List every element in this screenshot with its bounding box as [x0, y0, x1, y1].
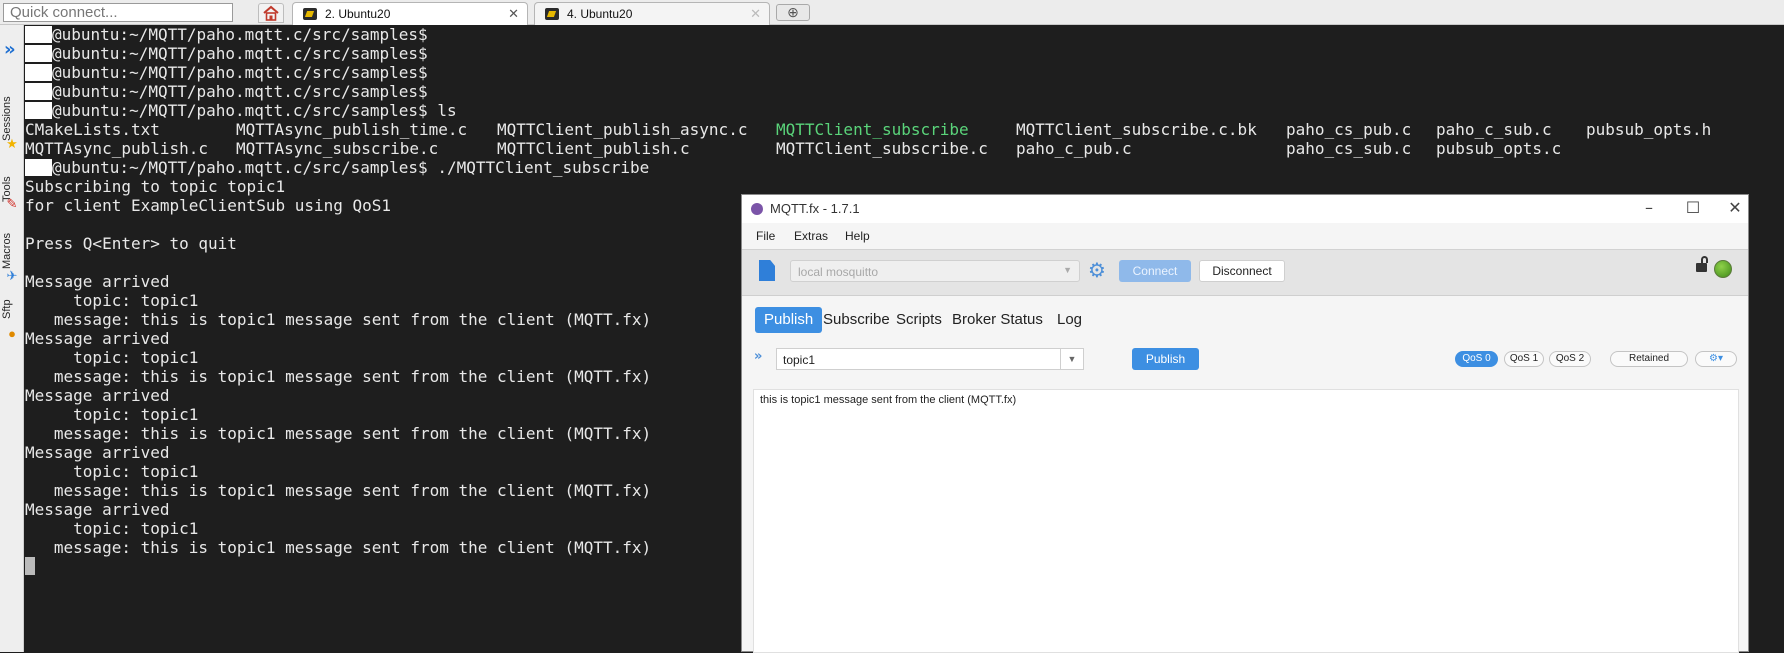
wrench-icon[interactable]: ✎	[5, 197, 19, 211]
unlock-icon	[1696, 256, 1708, 272]
tab-label: 4. Ubuntu20	[567, 7, 633, 21]
window-titlebar: MQTT.fx - 1.7.1 – ☐ ✕	[742, 195, 1748, 224]
redacted-username	[25, 26, 52, 43]
ls-entry: MQTTClient_publish.c	[497, 139, 690, 158]
home-tab-button[interactable]	[258, 3, 284, 23]
connection-toolbar: local mosquitto ▼ ⚙ Connect Disconnect	[742, 249, 1748, 296]
ls-entry: paho_cs_sub.c	[1286, 139, 1412, 158]
redacted-username	[25, 102, 52, 119]
ls-entry: pubsub_opts.c	[1436, 139, 1562, 158]
new-tab-button[interactable]: ⊕	[776, 4, 810, 21]
quick-connect-input[interactable]: Quick connect...	[3, 3, 233, 22]
window-title: MQTT.fx - 1.7.1	[770, 201, 860, 216]
ls-entry-executable: MQTTClient_subscribe	[776, 120, 969, 139]
ls-entry: CMakeLists.txt	[25, 120, 160, 139]
star-icon[interactable]: ★	[5, 137, 19, 151]
sftp-icon[interactable]: ●	[5, 327, 19, 341]
menu-file[interactable]: File	[756, 229, 775, 243]
prompt-line: @ubuntu:~/MQTT/paho.mqtt.c/src/samples$	[25, 44, 1784, 63]
minimize-icon[interactable]: –	[1634, 197, 1664, 219]
prompt-line: @ubuntu:~/MQTT/paho.mqtt.c/src/samples$	[25, 82, 1784, 101]
ls-entry: pubsub_opts.h	[1586, 120, 1712, 139]
topic-value: topic1	[783, 353, 816, 367]
ls-entry: MQTTAsync_publish.c	[25, 139, 209, 158]
ls-output-row: CMakeLists.txt MQTTAsync_publish_time.c …	[25, 120, 1784, 139]
chevron-down-icon[interactable]: ▼	[1060, 349, 1083, 369]
close-icon[interactable]: ✕	[508, 3, 519, 25]
ls-output-row: MQTTAsync_publish.c MQTTAsync_subscribe.…	[25, 139, 1784, 158]
connection-status-icon	[1714, 260, 1732, 278]
top-bar: Quick connect... 2. Ubuntu20 ✕ 4. Ubuntu…	[0, 0, 1784, 25]
prompt-line: @ubuntu:~/MQTT/paho.mqtt.c/src/samples$	[25, 25, 1784, 44]
tab-log[interactable]: Log	[1057, 307, 1082, 333]
disconnect-button[interactable]: Disconnect	[1199, 260, 1285, 282]
redacted-username	[25, 64, 52, 81]
menu-bar: File Extras Help	[742, 223, 1748, 249]
message-payload-editor[interactable]: this is topic1 message sent from the cli…	[753, 389, 1739, 653]
ls-entry: paho_c_pub.c	[1016, 139, 1132, 158]
tab-broker-status[interactable]: Broker Status	[952, 307, 1043, 333]
expand-sidebar-icon[interactable]: »	[4, 41, 16, 59]
qos1-toggle[interactable]: QoS 1	[1504, 351, 1544, 367]
menu-extras[interactable]: Extras	[794, 229, 828, 243]
expand-icon[interactable]: »	[754, 349, 762, 364]
run-command-line: @ubuntu:~/MQTT/paho.mqtt.c/src/samples$ …	[25, 158, 1784, 177]
tab-publish[interactable]: Publish	[755, 307, 823, 333]
macro-icon[interactable]: ✈	[5, 269, 19, 283]
qos0-toggle[interactable]: QoS 0	[1455, 351, 1498, 367]
terminal-cursor	[25, 557, 35, 575]
ls-entry: paho_cs_pub.c	[1286, 120, 1412, 139]
menu-help[interactable]: Help	[845, 229, 870, 243]
document-icon[interactable]	[759, 260, 775, 281]
home-icon	[263, 5, 279, 21]
ls-entry: MQTTClient_publish_async.c	[497, 120, 748, 139]
tab-subscribe[interactable]: Subscribe	[823, 307, 890, 333]
tab-label: 2. Ubuntu20	[325, 7, 391, 21]
close-icon[interactable]: ✕	[1720, 197, 1750, 219]
connect-button[interactable]: Connect	[1119, 260, 1191, 282]
options-gear-icon[interactable]: ⚙▾	[1695, 351, 1737, 367]
sidebar-item-sftp[interactable]: Sftp	[1, 287, 23, 331]
mqttfx-logo-icon	[751, 203, 763, 215]
redacted-username	[25, 83, 52, 100]
redacted-username	[25, 45, 52, 62]
gear-icon[interactable]: ⚙	[1088, 259, 1106, 281]
chevron-down-icon: ▼	[1063, 265, 1072, 275]
ls-entry: MQTTAsync_subscribe.c	[236, 139, 439, 158]
tab-ubuntu20-4[interactable]: 4. Ubuntu20 ✕	[534, 2, 770, 25]
connection-profile-select[interactable]: local mosquitto ▼	[790, 260, 1080, 282]
tab-scripts[interactable]: Scripts	[896, 307, 942, 333]
mqttfx-window: MQTT.fx - 1.7.1 – ☐ ✕ File Extras Help l…	[741, 194, 1749, 653]
redacted-username	[25, 159, 52, 176]
retained-toggle[interactable]: Retained	[1610, 351, 1688, 367]
close-icon[interactable]: ✕	[750, 3, 761, 25]
left-sidebar: » Sessions ★ Tools ✎ Macros ✈ Sftp ●	[0, 25, 24, 652]
ls-entry: MQTTClient_subscribe.c	[776, 139, 988, 158]
prompt-line: @ubuntu:~/MQTT/paho.mqtt.c/src/samples$	[25, 63, 1784, 82]
tab-ubuntu20-2[interactable]: 2. Ubuntu20 ✕	[292, 2, 528, 25]
publish-button[interactable]: Publish	[1132, 348, 1199, 370]
plus-icon: ⊕	[787, 4, 799, 20]
profile-value: local mosquitto	[798, 265, 879, 279]
main-tabs: Publish Subscribe Scripts Broker Status …	[742, 296, 1748, 336]
terminal-icon	[303, 8, 317, 20]
ls-entry: paho_c_sub.c	[1436, 120, 1552, 139]
topic-input[interactable]: topic1 ▼	[776, 348, 1084, 370]
terminal-icon	[545, 8, 559, 20]
ls-entry: MQTTAsync_publish_time.c	[236, 120, 468, 139]
maximize-icon[interactable]: ☐	[1678, 197, 1708, 219]
prompt-line: @ubuntu:~/MQTT/paho.mqtt.c/src/samples$ …	[25, 101, 1784, 120]
qos2-toggle[interactable]: QoS 2	[1549, 351, 1591, 367]
ls-entry: MQTTClient_subscribe.c.bk	[1016, 120, 1257, 139]
publish-controls: » topic1 ▼ Publish QoS 0 QoS 1 QoS 2 Ret…	[742, 346, 1748, 372]
